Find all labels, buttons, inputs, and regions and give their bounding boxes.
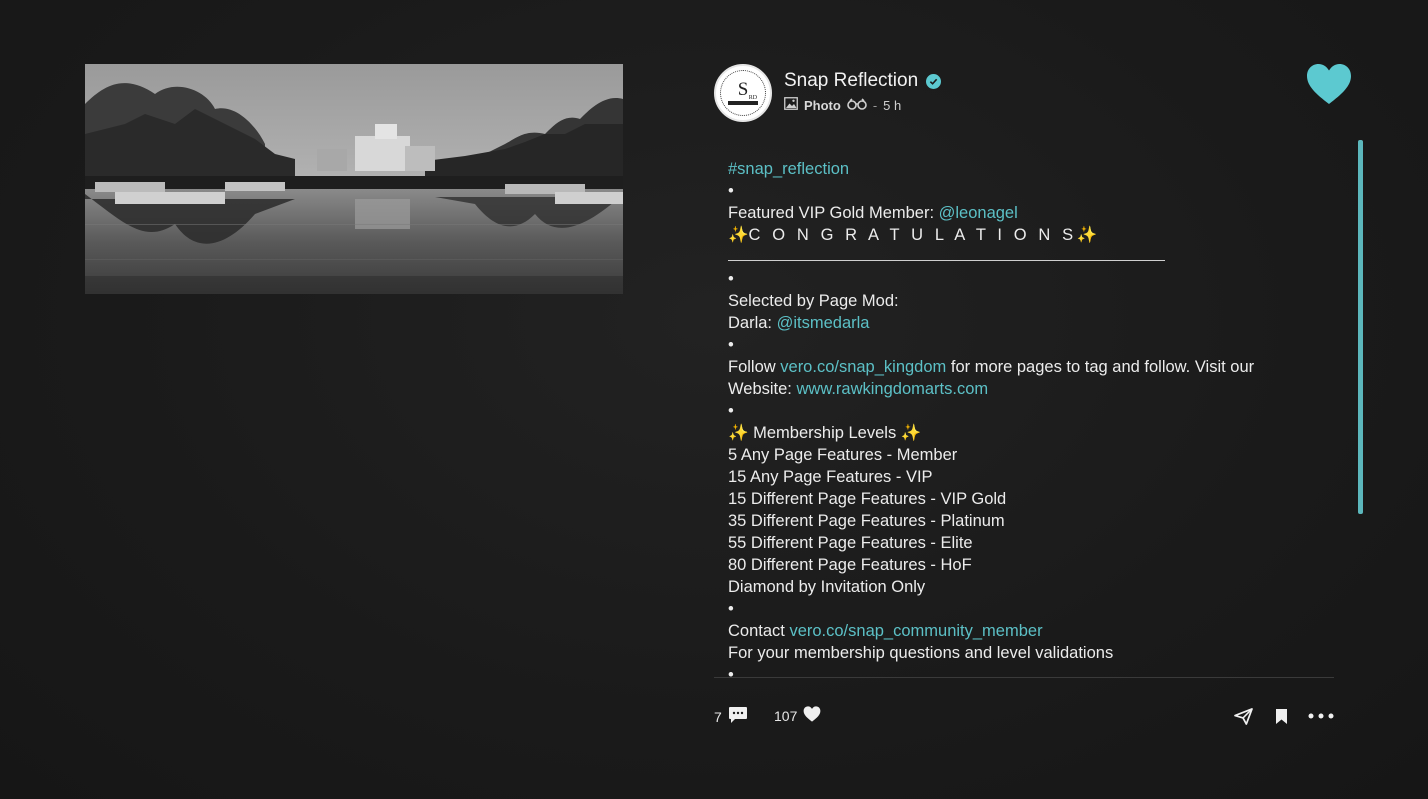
heart-icon[interactable]: [1306, 63, 1352, 105]
membership-level: Diamond by Invitation Only: [728, 578, 926, 596]
divider-line: [728, 260, 1165, 261]
featured-prefix: Featured VIP Gold Member:: [728, 204, 939, 222]
comments-button[interactable]: 7: [714, 706, 748, 727]
canal-photo-image: [85, 64, 623, 294]
avatar-monogram: S RD: [737, 79, 758, 101]
caption-scrollbar[interactable]: [1358, 140, 1363, 514]
comment-bubble-icon: [728, 706, 748, 727]
bullet: •: [728, 336, 734, 354]
membership-level: 5 Any Page Features - Member: [728, 446, 958, 464]
mod-prefix: Darla:: [728, 314, 777, 332]
bullet: •: [728, 270, 734, 288]
post-type: Photo: [804, 97, 841, 113]
hashtag-link[interactable]: #snap_reflection: [728, 160, 849, 178]
paper-plane-icon[interactable]: [1232, 706, 1254, 726]
contact-prefix: Contact: [728, 622, 790, 640]
binoculars-icon: [847, 97, 867, 113]
contact-link[interactable]: vero.co/snap_community_member: [789, 622, 1042, 640]
heart-icon: [803, 706, 821, 725]
follow-prefix: Follow: [728, 358, 781, 376]
membership-level: 15 Different Page Features - VIP Gold: [728, 490, 1007, 508]
follow-paragraph: Follow vero.co/snap_kingdom for more pag…: [728, 356, 1308, 400]
verified-check-icon: [926, 73, 942, 89]
likes-count: 107: [774, 707, 798, 724]
bullet: •: [728, 182, 734, 200]
membership-level: 80 Different Page Features - HoF: [728, 556, 972, 574]
contact-line: Contact vero.co/snap_community_member: [728, 620, 1348, 642]
bullet: •: [728, 402, 734, 420]
post-photo[interactable]: [85, 64, 623, 294]
mod-line: Darla: @itsmedarla: [728, 312, 1348, 334]
congrats-text: C O N G R A T U L A T I O N S: [748, 226, 1077, 244]
sparkle-icon: ✨: [728, 226, 749, 244]
contact-note: For your membership questions and level …: [728, 644, 1114, 662]
mod-link[interactable]: @itsmedarla: [777, 314, 870, 332]
avatar-logo: S RD: [720, 70, 766, 116]
post-meta: Photo - 5 h: [784, 97, 901, 113]
post-caption: #snap_reflection • Featured VIP Gold Mem…: [728, 158, 1348, 678]
bookmark-icon[interactable]: [1272, 706, 1290, 726]
time-separator: -: [872, 97, 878, 113]
website-link[interactable]: www.rawkingdomarts.com: [796, 380, 988, 398]
username-link[interactable]: Snap Reflection: [784, 70, 942, 92]
comments-count: 7: [714, 708, 722, 725]
featured-line: Featured VIP Gold Member: @leonagel: [728, 202, 1348, 224]
sparkle-icon: ✨: [1076, 226, 1098, 244]
membership-level: 35 Different Page Features - Platinum: [728, 512, 1005, 530]
membership-level: 55 Different Page Features - Elite: [728, 534, 973, 552]
membership-heading: ✨ Membership Levels ✨: [728, 424, 922, 442]
membership-level: 15 Any Page Features - VIP: [728, 468, 933, 486]
congrats-line: ✨C O N G R A T U L A T I O N S✨: [728, 224, 1348, 246]
photo-icon: [784, 97, 798, 113]
footer-divider: [714, 677, 1334, 678]
selected-by-text: Selected by Page Mod:: [728, 292, 899, 310]
post-time: 5 h: [883, 97, 902, 113]
username-text: Snap Reflection: [784, 70, 919, 91]
more-dots-icon[interactable]: [1306, 706, 1336, 726]
post-detail-page: S RD Snap Reflection Photo - 5 h #snap_re…: [0, 0, 1428, 799]
bullet: •: [728, 600, 734, 618]
likes-button[interactable]: 107: [774, 706, 821, 725]
follow-link[interactable]: vero.co/snap_kingdom: [780, 358, 946, 376]
bullet: •: [728, 666, 734, 678]
profile-avatar[interactable]: S RD: [714, 64, 772, 122]
featured-member-link[interactable]: @leonagel: [939, 204, 1018, 222]
